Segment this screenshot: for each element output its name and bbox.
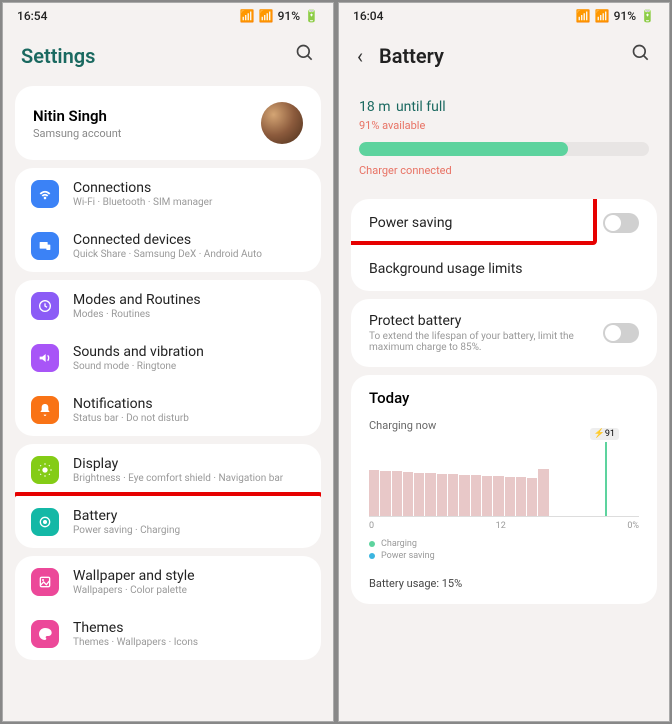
settings-screen: 16:54 📶 📶 91% 🔋 Settings Nitin Singh Sam… bbox=[2, 2, 334, 722]
chart-badge: ⚡91 bbox=[590, 428, 619, 440]
battery-progress bbox=[359, 142, 649, 156]
usage-chart: ⚡91 bbox=[369, 442, 639, 517]
chart-current-line bbox=[605, 442, 607, 516]
page-title: Settings bbox=[21, 44, 95, 68]
account-name: Nitin Singh bbox=[33, 107, 121, 125]
battery-icon bbox=[31, 508, 59, 536]
wifi-icon: 📶 bbox=[240, 9, 255, 23]
power-options-card: Power saving Background usage limits bbox=[351, 199, 657, 291]
wallpaper-icon bbox=[31, 568, 59, 596]
signal-icon: 📶 bbox=[259, 9, 274, 23]
sound-icon bbox=[31, 344, 59, 372]
settings-item-connected-devices[interactable]: Connected devicesQuick Share · Samsung D… bbox=[15, 220, 321, 272]
account-sub: Samsung account bbox=[33, 127, 121, 140]
today-card[interactable]: Today Charging now ⚡91 0 12 0% ChargingP… bbox=[351, 375, 657, 604]
settings-item-display[interactable]: DisplayBrightness · Eye comfort shield ·… bbox=[15, 444, 321, 496]
search-icon[interactable] bbox=[631, 43, 651, 68]
battery-pct: 91% bbox=[278, 9, 300, 23]
chart-bar bbox=[448, 474, 458, 516]
battery-pct: 91% bbox=[614, 9, 636, 23]
signal-icon: 📶 bbox=[595, 9, 610, 23]
search-icon[interactable] bbox=[295, 43, 315, 68]
settings-item-sounds-and-vibration[interactable]: Sounds and vibrationSound mode · Rington… bbox=[15, 332, 321, 384]
protect-battery-card: Protect battery To extend the lifespan o… bbox=[351, 299, 657, 367]
chart-bar bbox=[414, 473, 424, 517]
back-button[interactable]: ‹ bbox=[357, 44, 363, 68]
chart-bar bbox=[392, 471, 402, 516]
settings-item-notifications[interactable]: NotificationsStatus bar · Do not disturb bbox=[15, 384, 321, 436]
display-icon bbox=[31, 456, 59, 484]
status-bar: 16:04 📶 📶 91% 🔋 bbox=[339, 3, 669, 29]
settings-item-modes-and-routines[interactable]: Modes and RoutinesModes · Routines bbox=[15, 280, 321, 332]
battery-icon: 🔋 bbox=[640, 9, 655, 23]
time-until-full: 18 m until full bbox=[359, 92, 649, 117]
devices-icon bbox=[31, 232, 59, 260]
battery-screen: 16:04 📶 📶 91% 🔋 ‹ Battery 18 m until ful… bbox=[338, 2, 670, 722]
settings-item-wallpaper-and-style[interactable]: Wallpaper and styleWallpapers · Color pa… bbox=[15, 556, 321, 608]
modes-icon bbox=[31, 292, 59, 320]
chart-bar bbox=[380, 471, 390, 516]
wifi-icon bbox=[31, 180, 59, 208]
chart-bar bbox=[369, 470, 379, 516]
chart-x-labels: 0 12 0% bbox=[369, 521, 639, 531]
protect-battery-toggle[interactable] bbox=[603, 323, 639, 343]
chart-bar bbox=[538, 469, 548, 516]
power-saving-row[interactable]: Power saving bbox=[351, 199, 657, 247]
battery-icon: 🔋 bbox=[304, 9, 319, 23]
status-time: 16:54 bbox=[17, 9, 47, 23]
today-title: Today bbox=[369, 389, 639, 407]
status-bar: 16:54 📶 📶 91% 🔋 bbox=[3, 3, 333, 29]
header: Settings bbox=[3, 29, 333, 78]
legend-item: Charging bbox=[369, 539, 639, 549]
avatar bbox=[261, 102, 303, 144]
legend-item: Power saving bbox=[369, 551, 639, 561]
chart-bar bbox=[516, 477, 526, 516]
chart-bar bbox=[482, 476, 492, 516]
battery-usage-text: Battery usage: 15% bbox=[369, 577, 639, 590]
status-time: 16:04 bbox=[353, 9, 383, 23]
battery-available: 91% available bbox=[359, 119, 649, 132]
notif-icon bbox=[31, 396, 59, 424]
chart-bar bbox=[437, 474, 447, 516]
settings-item-themes[interactable]: ThemesThemes · Wallpapers · Icons bbox=[15, 608, 321, 660]
wifi-icon: 📶 bbox=[576, 9, 591, 23]
chart-bar bbox=[493, 476, 503, 516]
bg-usage-row[interactable]: Background usage limits bbox=[351, 247, 657, 291]
power-saving-toggle[interactable] bbox=[603, 213, 639, 233]
chart-bar bbox=[527, 478, 537, 516]
chart-bar bbox=[425, 473, 435, 516]
header: ‹ Battery bbox=[339, 29, 669, 78]
themes-icon bbox=[31, 620, 59, 648]
account-card[interactable]: Nitin Singh Samsung account bbox=[15, 86, 321, 160]
page-title: Battery bbox=[379, 44, 444, 68]
battery-summary: 18 m until full 91% available Charger co… bbox=[339, 78, 669, 191]
chart-bar bbox=[471, 475, 481, 516]
chart-bar bbox=[459, 475, 469, 516]
settings-item-battery[interactable]: BatteryPower saving · Charging bbox=[15, 492, 321, 548]
chart-legend: Charging Power saving bbox=[369, 539, 639, 561]
settings-item-connections[interactable]: ConnectionsWi-Fi · Bluetooth · SIM manag… bbox=[15, 168, 321, 220]
protect-battery-row[interactable]: Protect battery To extend the lifespan o… bbox=[351, 299, 657, 367]
charger-status: Charger connected bbox=[359, 164, 649, 177]
chart-bar bbox=[403, 472, 413, 516]
chart-bar bbox=[505, 477, 515, 516]
